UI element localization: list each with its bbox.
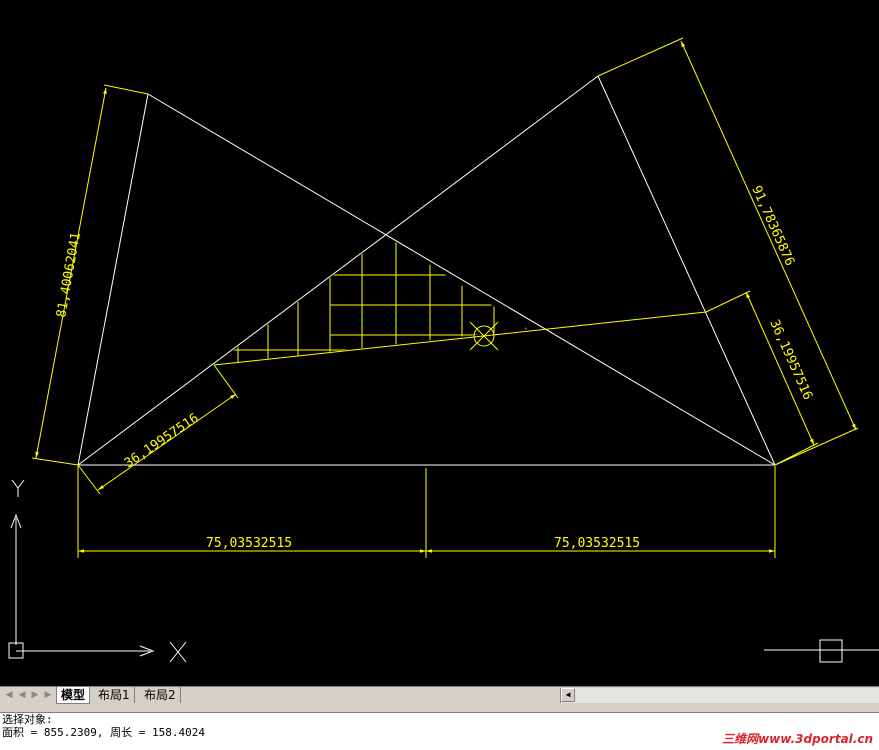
dim-right-edge: 91,78365876	[748, 184, 797, 269]
last-tab-icon[interactable]: ▶	[43, 689, 53, 701]
hatch-pattern	[214, 240, 527, 365]
ucs-y-label: Y	[0, 0, 1, 1]
dimension-lines[interactable]	[31, 37, 859, 558]
prev-tab-icon[interactable]: ◀	[17, 689, 27, 701]
tab-model[interactable]: 模型	[56, 687, 91, 704]
geometry-lines[interactable]	[77, 75, 776, 466]
ucs-icon	[8, 479, 187, 663]
tab-layout1[interactable]: 布局1	[94, 687, 135, 703]
horizontal-scrollbar[interactable]: ◀	[560, 688, 879, 703]
dim-left-edge: 81,40062041	[54, 231, 84, 318]
command-line[interactable]: 选择对象: 面积 = 855.2309, 周长 = 158.4024 三维网ww…	[0, 712, 879, 750]
centroid-marker[interactable]	[469, 321, 499, 351]
crosshair-cursor	[764, 639, 879, 663]
drawing-canvas[interactable]: 81,40062041 91,78365876 36,19957516 36,1…	[0, 0, 879, 686]
dim-bottom-left: 75,03532515	[206, 536, 292, 551]
tab-layout2[interactable]: 布局2	[140, 687, 181, 703]
dim-bottom-right: 75,03532515	[554, 536, 640, 551]
scroll-left-icon[interactable]: ◀	[561, 688, 575, 702]
panel-divider[interactable]	[0, 704, 879, 712]
watermark: 三维网www.3dportal.cn	[722, 732, 873, 746]
layout-tab-bar: ◀ ◀ ▶ ▶ 模型 布局1 布局2 ◀	[0, 686, 879, 704]
command-prompt: 选择对象:	[2, 713, 53, 726]
dim-right-lower: 36,19957516	[766, 318, 815, 403]
dim-left-lower: 36,19957516	[122, 411, 202, 472]
next-tab-icon[interactable]: ▶	[30, 689, 40, 701]
ucs-x-label: X	[0, 0, 1, 1]
first-tab-icon[interactable]: ◀	[4, 689, 14, 701]
